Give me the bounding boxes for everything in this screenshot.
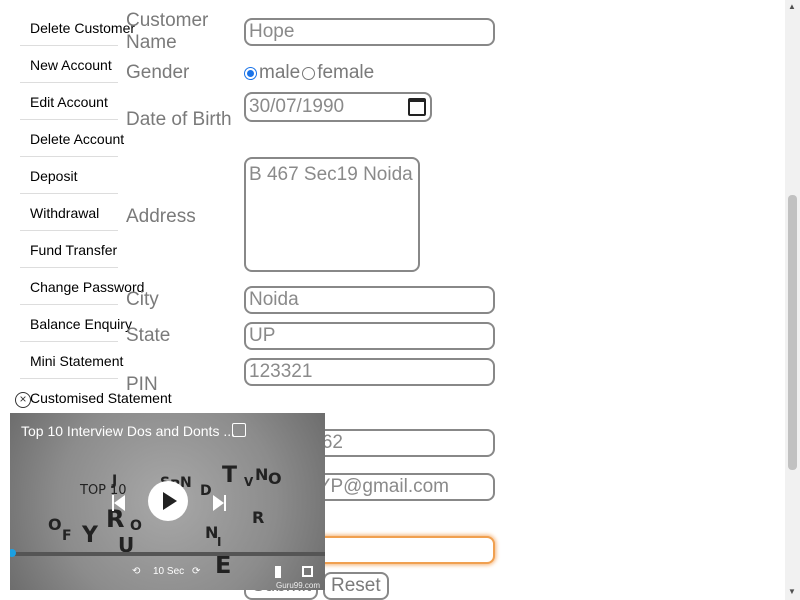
video-letter: V bbox=[244, 475, 254, 489]
address-label: Address bbox=[126, 206, 196, 227]
video-letter: O bbox=[268, 469, 282, 488]
scroll-down-arrow-icon[interactable]: ▼ bbox=[788, 587, 796, 596]
rewind-icon[interactable]: ⟲ bbox=[132, 566, 140, 577]
previous-track-icon[interactable] bbox=[114, 495, 125, 511]
video-progress-knob[interactable] bbox=[10, 549, 16, 557]
video-letter: Y bbox=[82, 523, 98, 548]
state-input[interactable]: UP bbox=[244, 322, 495, 350]
scroll-thumb[interactable] bbox=[788, 195, 797, 470]
video-letter: O bbox=[130, 518, 142, 534]
menu-link[interactable]: Fund Transfer bbox=[30, 242, 117, 258]
customer-name-label: Customer Name bbox=[126, 10, 209, 53]
customer-name-input[interactable]: Hope bbox=[244, 18, 495, 46]
mute-icon[interactable] bbox=[275, 566, 289, 578]
menu-link[interactable]: Delete Account bbox=[30, 131, 124, 147]
video-title: Top 10 Interview Dos and Donts ... bbox=[21, 423, 235, 439]
next-bar bbox=[224, 495, 226, 511]
calendar-icon[interactable] bbox=[408, 98, 426, 116]
gender-female-radio[interactable] bbox=[302, 66, 316, 80]
video-progress-bar[interactable] bbox=[10, 549, 325, 557]
video-letter: T bbox=[222, 463, 238, 488]
menu-link[interactable]: New Account bbox=[30, 57, 112, 73]
city-label: City bbox=[126, 289, 159, 310]
video-letter: D bbox=[200, 483, 212, 499]
address-textarea[interactable]: B 467 Sec19 Noida bbox=[244, 157, 420, 272]
pin-input[interactable]: 123321 bbox=[244, 358, 495, 386]
video-letter: F bbox=[62, 528, 72, 544]
watermark: Guru99.com bbox=[276, 581, 321, 590]
scroll-up-arrow-icon[interactable]: ▲ bbox=[788, 2, 796, 11]
video-letter: I bbox=[217, 535, 222, 549]
menu-item-fund-transfer[interactable]: Fund Transfer bbox=[20, 231, 170, 268]
dob-label: Date of Birth bbox=[126, 109, 232, 130]
city-input[interactable]: Noida bbox=[244, 286, 495, 314]
video-player[interactable]: TOP 10 D O N T S J R U Y F O E I N R O B… bbox=[10, 413, 325, 590]
menu-link[interactable]: Balance Enquiry bbox=[30, 316, 132, 332]
video-letter: J bbox=[112, 473, 118, 489]
gender-male-radio[interactable] bbox=[244, 66, 257, 80]
skip-label: 10 Sec bbox=[153, 566, 185, 577]
page-scrollbar[interactable]: ▲ ▼ bbox=[785, 0, 800, 600]
menu-link[interactable]: Deposit bbox=[30, 168, 77, 184]
menu-link[interactable]: Delete Customer bbox=[30, 20, 135, 36]
dob-value: 30/07/1990 bbox=[249, 96, 345, 117]
menu-link[interactable]: Mini Statement bbox=[30, 353, 123, 369]
fullscreen-icon[interactable] bbox=[302, 566, 313, 577]
next-track-icon[interactable] bbox=[213, 495, 224, 511]
video-letter: N bbox=[255, 465, 269, 484]
menu-link[interactable]: Edit Account bbox=[30, 94, 108, 110]
video-letter: TOP bbox=[80, 483, 107, 498]
menu-link[interactable]: Withdrawal bbox=[30, 205, 99, 221]
reset-button[interactable]: Reset bbox=[323, 572, 389, 600]
play-button[interactable] bbox=[148, 481, 188, 521]
gender-radio-group: male female bbox=[244, 62, 374, 84]
close-video-icon[interactable]: × bbox=[15, 392, 31, 408]
gender-label: Gender bbox=[126, 62, 190, 83]
dob-input[interactable]: 30/07/1990 bbox=[244, 92, 432, 122]
video-letter: O bbox=[48, 515, 62, 534]
pin-label: PIN bbox=[126, 374, 158, 395]
gender-male-label: male bbox=[259, 62, 301, 83]
video-letter: R bbox=[252, 508, 265, 527]
share-icon[interactable] bbox=[232, 423, 246, 437]
mobile-visible-value: 62 bbox=[321, 432, 343, 453]
forward-icon[interactable]: ⟳ bbox=[192, 566, 200, 577]
email-visible-value: YP@gmail.com bbox=[317, 476, 449, 497]
gender-female-label: female bbox=[317, 62, 375, 83]
menu-item-deposit[interactable]: Deposit bbox=[20, 157, 170, 194]
state-label: State bbox=[126, 325, 171, 346]
